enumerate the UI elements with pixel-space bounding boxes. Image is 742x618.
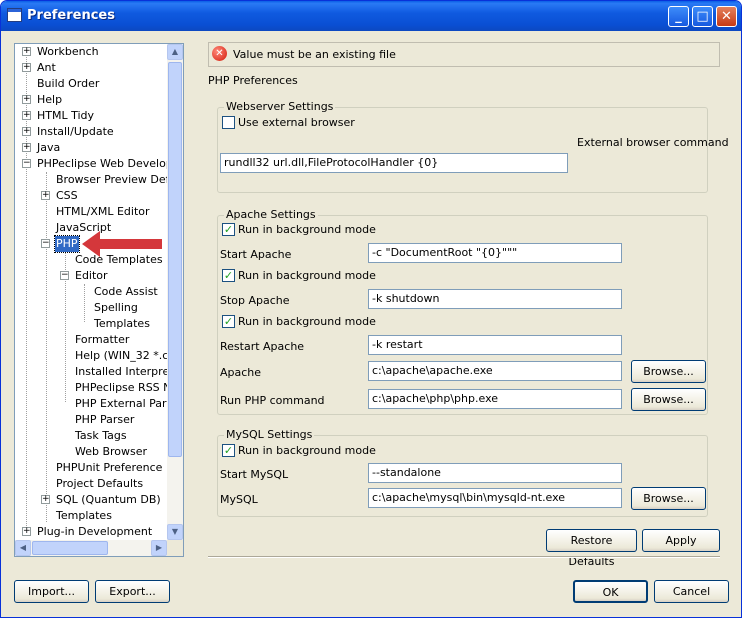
title-bar[interactable]: Preferences _ □ ✕ bbox=[1, 1, 741, 31]
run-background-label: Run in background mode bbox=[238, 315, 376, 328]
tree-horizontal-scrollbar[interactable]: ◀ ▶ bbox=[15, 540, 167, 556]
expand-icon[interactable]: + bbox=[22, 143, 31, 152]
page-title: PHP Preferences bbox=[208, 74, 298, 87]
expand-icon[interactable]: + bbox=[22, 127, 31, 136]
start-mysql-input[interactable]: --standalone bbox=[368, 463, 622, 483]
run-php-command-input[interactable]: c:\apache\php\php.exe bbox=[368, 389, 622, 409]
scrollbar-corner bbox=[167, 540, 183, 556]
expand-icon[interactable]: + bbox=[22, 111, 31, 120]
restore-defaults-button[interactable]: Restore Defaults bbox=[546, 529, 637, 568]
apache-path-input[interactable]: c:\apache\apache.exe bbox=[368, 361, 622, 381]
scroll-down-icon[interactable]: ▼ bbox=[167, 524, 183, 540]
preferences-window: Preferences _ □ ✕ + Workbench + Ant Build … bbox=[0, 0, 742, 618]
run-background-label: Run in background mode bbox=[238, 223, 376, 236]
mysql-path-input[interactable]: c:\apache\mysql\bin\mysqld-nt.exe bbox=[368, 488, 622, 508]
import-button[interactable]: Import... bbox=[14, 580, 89, 603]
expand-icon[interactable]: + bbox=[22, 95, 31, 104]
browse-mysql-button[interactable]: Browse... bbox=[631, 487, 706, 510]
start-mysql-label: Start MySQL bbox=[220, 468, 289, 481]
error-icon: ✕ bbox=[212, 46, 227, 61]
expand-icon[interactable]: + bbox=[22, 63, 31, 72]
expand-icon[interactable]: + bbox=[22, 47, 31, 56]
error-message-banner: ✕ Value must be an existing file bbox=[208, 42, 720, 67]
scroll-left-icon[interactable]: ◀ bbox=[15, 540, 31, 556]
collapse-icon[interactable]: − bbox=[60, 271, 69, 280]
stop-apache-background-checkbox[interactable]: ✓ bbox=[222, 269, 235, 282]
run-background-label: Run in background mode bbox=[238, 444, 376, 457]
browse-php-button[interactable]: Browse... bbox=[631, 388, 706, 411]
browse-apache-button[interactable]: Browse... bbox=[631, 360, 706, 383]
expand-icon[interactable]: + bbox=[41, 495, 50, 504]
group-title: MySQL Settings bbox=[224, 428, 315, 441]
scroll-thumb[interactable] bbox=[168, 62, 182, 457]
group-title: Webserver Settings bbox=[224, 100, 336, 113]
annotation-arrow-shaft bbox=[98, 239, 162, 249]
start-apache-input[interactable]: -c "DocumentRoot "{0}""" bbox=[368, 243, 622, 263]
export-button[interactable]: Export... bbox=[95, 580, 170, 603]
scroll-up-icon[interactable]: ▲ bbox=[167, 44, 183, 60]
use-external-browser-checkbox[interactable] bbox=[222, 116, 235, 129]
restart-apache-label: Restart Apache bbox=[220, 340, 305, 353]
window-icon bbox=[7, 8, 22, 22]
restart-apache-background-checkbox[interactable]: ✓ bbox=[222, 315, 235, 328]
ok-button[interactable]: OK bbox=[573, 580, 648, 603]
stop-apache-input[interactable]: -k shutdown bbox=[368, 289, 622, 309]
cancel-button[interactable]: Cancel bbox=[654, 580, 729, 603]
start-apache-label: Start Apache bbox=[220, 248, 292, 261]
expand-icon[interactable]: + bbox=[41, 191, 50, 200]
maximize-button[interactable]: □ bbox=[692, 6, 713, 27]
run-background-label: Run in background mode bbox=[238, 269, 376, 282]
group-title: Apache Settings bbox=[224, 208, 318, 221]
page-separator bbox=[208, 556, 720, 558]
use-external-browser-label: Use external browser bbox=[238, 116, 355, 129]
apply-button[interactable]: Apply bbox=[642, 529, 720, 552]
collapse-icon[interactable]: − bbox=[41, 239, 50, 248]
expand-icon[interactable]: + bbox=[22, 527, 31, 536]
external-browser-command-label: External browser command bbox=[577, 136, 729, 149]
close-button[interactable]: ✕ bbox=[716, 6, 737, 27]
error-message: Value must be an existing file bbox=[233, 48, 396, 61]
restart-apache-input[interactable]: -k restart bbox=[368, 335, 622, 355]
scroll-right-icon[interactable]: ▶ bbox=[151, 540, 167, 556]
start-apache-background-checkbox[interactable]: ✓ bbox=[222, 223, 235, 236]
mysql-path-label: MySQL bbox=[220, 493, 258, 506]
run-php-command-label: Run PHP command bbox=[220, 394, 325, 407]
window-title: Preferences bbox=[27, 8, 115, 23]
mysql-background-checkbox[interactable]: ✓ bbox=[222, 444, 235, 457]
tree-vertical-scrollbar[interactable]: ▲ ▼ bbox=[167, 44, 183, 540]
external-browser-command-input[interactable]: rundll32 url.dll,FileProtocolHandler {0} bbox=[220, 153, 568, 173]
apache-path-label: Apache bbox=[220, 366, 262, 379]
stop-apache-label: Stop Apache bbox=[220, 294, 290, 307]
preference-tree[interactable]: + Workbench + Ant Build Order + Help + HTML … bbox=[14, 43, 184, 557]
collapse-icon[interactable]: − bbox=[22, 159, 31, 168]
minimize-button[interactable]: _ bbox=[668, 6, 689, 27]
scroll-thumb-horizontal[interactable] bbox=[32, 541, 108, 555]
